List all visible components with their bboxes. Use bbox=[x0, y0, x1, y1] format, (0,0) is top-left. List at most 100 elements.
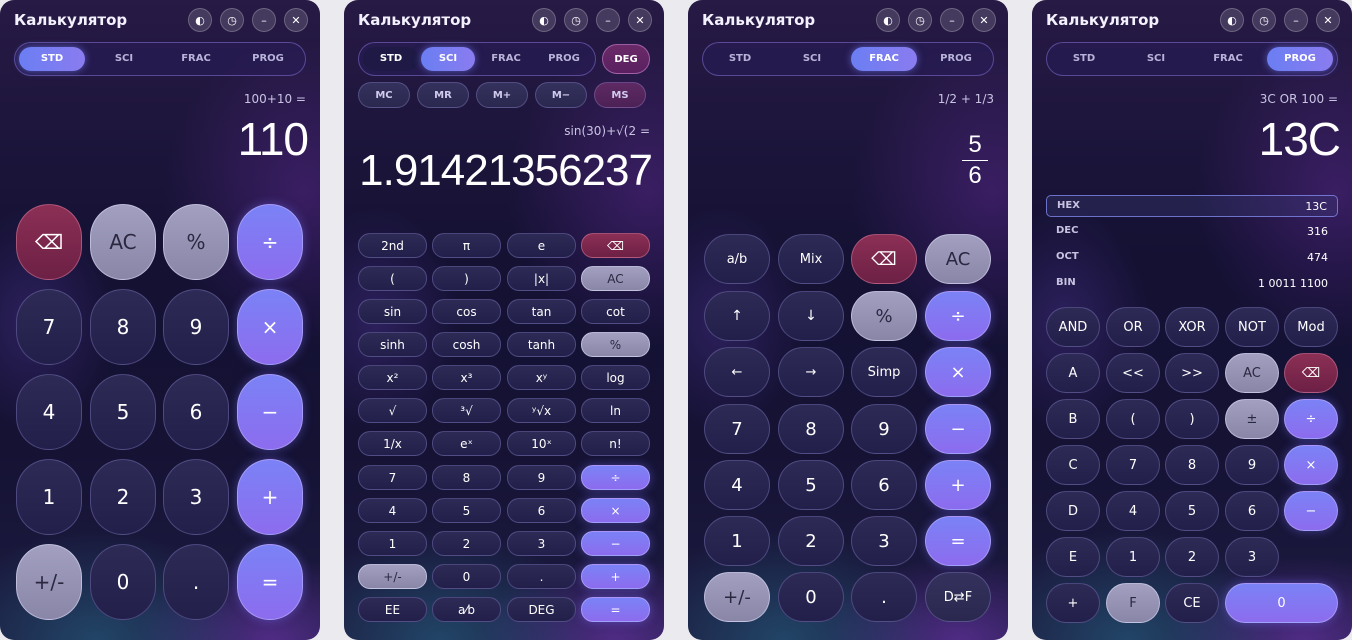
base-row-oct[interactable]: OCT 474 bbox=[1046, 247, 1338, 269]
percent-button[interactable]: % bbox=[851, 291, 917, 341]
digit-0-button[interactable]: 0 bbox=[1225, 583, 1338, 623]
tab-sci[interactable]: SCI bbox=[91, 47, 157, 71]
not-button[interactable]: NOT bbox=[1225, 307, 1279, 347]
digit-7-button[interactable]: 7 bbox=[1106, 445, 1160, 485]
tab-frac[interactable]: FRAC bbox=[851, 47, 917, 71]
divide-button[interactable]: ÷ bbox=[1284, 399, 1338, 439]
digit-2-button[interactable]: 2 bbox=[1165, 537, 1219, 577]
digit-9-button[interactable]: 9 bbox=[1225, 445, 1279, 485]
c-button[interactable]: C bbox=[1046, 445, 1100, 485]
b-button[interactable]: B bbox=[1046, 399, 1100, 439]
minimize-icon[interactable]: – bbox=[252, 8, 276, 32]
down-arrow-button[interactable]: ↓ bbox=[778, 291, 844, 341]
1-x-button[interactable]: 1/x bbox=[358, 431, 427, 456]
tab-std[interactable]: STD bbox=[19, 47, 85, 71]
digit-6-button[interactable]: 6 bbox=[163, 374, 229, 450]
tan-button[interactable]: tan bbox=[507, 299, 576, 324]
digit-6-button[interactable]: 6 bbox=[851, 460, 917, 510]
clear-button[interactable]: AC bbox=[581, 266, 650, 291]
decimal-fraction-toggle-button[interactable]: D⇄F bbox=[925, 572, 991, 622]
tab-prog[interactable]: PROG bbox=[537, 47, 591, 71]
decimal-button[interactable]: . bbox=[163, 544, 229, 620]
tab-sci[interactable]: SCI bbox=[779, 47, 845, 71]
minimize-icon[interactable]: – bbox=[940, 8, 964, 32]
tab-prog[interactable]: PROG bbox=[923, 47, 989, 71]
digit-8-button[interactable]: 8 bbox=[432, 465, 501, 490]
subtract-button[interactable]: − bbox=[925, 404, 991, 454]
10-button[interactable]: 10ˣ bbox=[507, 431, 576, 456]
multiply-button[interactable]: × bbox=[581, 498, 650, 523]
palette-icon[interactable]: ◐ bbox=[188, 8, 212, 32]
base-row-dec[interactable]: DEC 316 bbox=[1046, 221, 1338, 243]
backspace-button[interactable]: ⌫ bbox=[1284, 353, 1338, 393]
d-button[interactable]: D bbox=[1046, 491, 1100, 531]
cot-button[interactable]: cot bbox=[581, 299, 650, 324]
add-button[interactable]: + bbox=[925, 460, 991, 510]
divide-button[interactable]: ÷ bbox=[581, 465, 650, 490]
digit-1-button[interactable]: 1 bbox=[16, 459, 82, 535]
ln-button[interactable]: ln bbox=[581, 398, 650, 423]
and-button[interactable]: AND bbox=[1046, 307, 1100, 347]
right-arrow-button[interactable]: → bbox=[778, 347, 844, 397]
backspace-button[interactable]: ⌫ bbox=[16, 204, 82, 280]
digit-2-button[interactable]: 2 bbox=[432, 531, 501, 556]
multiply-button[interactable]: × bbox=[237, 289, 303, 365]
sign-toggle-button[interactable]: +/- bbox=[358, 564, 427, 589]
tab-frac[interactable]: FRAC bbox=[163, 47, 229, 71]
sinh-button[interactable]: sinh bbox=[358, 332, 427, 357]
minimize-icon[interactable]: – bbox=[1284, 8, 1308, 32]
tab-frac[interactable]: FRAC bbox=[1195, 47, 1261, 71]
digit-5-button[interactable]: 5 bbox=[90, 374, 156, 450]
tab-sci[interactable]: SCI bbox=[1123, 47, 1189, 71]
divide-button[interactable]: ÷ bbox=[925, 291, 991, 341]
memory-ms-button[interactable]: MS bbox=[594, 82, 646, 108]
add-button[interactable]: + bbox=[237, 459, 303, 535]
history-icon[interactable]: ◷ bbox=[908, 8, 932, 32]
pi-button[interactable]: π bbox=[432, 233, 501, 258]
clear-entry-button[interactable]: CE bbox=[1165, 583, 1219, 623]
deg-button[interactable]: DEG bbox=[507, 597, 576, 622]
digit-8-button[interactable]: 8 bbox=[90, 289, 156, 365]
2nd-button[interactable]: 2nd bbox=[358, 233, 427, 258]
subtract-button[interactable]: − bbox=[581, 531, 650, 556]
minimize-icon[interactable]: – bbox=[596, 8, 620, 32]
digit-1-button[interactable]: 1 bbox=[704, 516, 770, 566]
digit-9-button[interactable]: 9 bbox=[851, 404, 917, 454]
close-icon[interactable]: ✕ bbox=[972, 8, 996, 32]
base-row-bin[interactable]: BIN 1 0011 1100 bbox=[1046, 273, 1338, 295]
palette-icon[interactable]: ◐ bbox=[1220, 8, 1244, 32]
clear-button[interactable]: AC bbox=[90, 204, 156, 280]
decimal-button[interactable]: . bbox=[507, 564, 576, 589]
tab-prog[interactable]: PROG bbox=[1267, 47, 1333, 71]
equals-button[interactable]: = bbox=[581, 597, 650, 622]
digit-2-button[interactable]: 2 bbox=[90, 459, 156, 535]
digit-8-button[interactable]: 8 bbox=[778, 404, 844, 454]
palette-icon[interactable]: ◐ bbox=[876, 8, 900, 32]
base-row-hex[interactable]: HEX 13C bbox=[1046, 195, 1338, 217]
decimal-button[interactable]: . bbox=[851, 572, 917, 622]
memory-mplus-button[interactable]: M+ bbox=[476, 82, 528, 108]
memory-mc-button[interactable]: MC bbox=[358, 82, 410, 108]
digit-0-button[interactable]: 0 bbox=[432, 564, 501, 589]
backspace-button[interactable]: ⌫ bbox=[581, 233, 650, 258]
digit-5-button[interactable]: 5 bbox=[432, 498, 501, 523]
divide-button[interactable]: ÷ bbox=[237, 204, 303, 280]
digit-9-button[interactable]: 9 bbox=[163, 289, 229, 365]
shift-right-button[interactable]: >> bbox=[1165, 353, 1219, 393]
x-button[interactable]: ʸ√x bbox=[507, 398, 576, 423]
x-button[interactable]: x² bbox=[358, 365, 427, 390]
add-button[interactable]: + bbox=[581, 564, 650, 589]
equals-button[interactable]: = bbox=[925, 516, 991, 566]
simp-button[interactable]: Simp bbox=[851, 347, 917, 397]
open-paren-button[interactable]: ( bbox=[358, 266, 427, 291]
digit-1-button[interactable]: 1 bbox=[1106, 537, 1160, 577]
digit-5-button[interactable]: 5 bbox=[778, 460, 844, 510]
clear-button[interactable]: AC bbox=[1225, 353, 1279, 393]
memory-mminus-button[interactable]: M− bbox=[535, 82, 587, 108]
digit-5-button[interactable]: 5 bbox=[1165, 491, 1219, 531]
digit-6-button[interactable]: 6 bbox=[507, 498, 576, 523]
-button[interactable]: √ bbox=[358, 398, 427, 423]
digit-4-button[interactable]: 4 bbox=[16, 374, 82, 450]
digit-4-button[interactable]: 4 bbox=[358, 498, 427, 523]
digit-6-button[interactable]: 6 bbox=[1225, 491, 1279, 531]
